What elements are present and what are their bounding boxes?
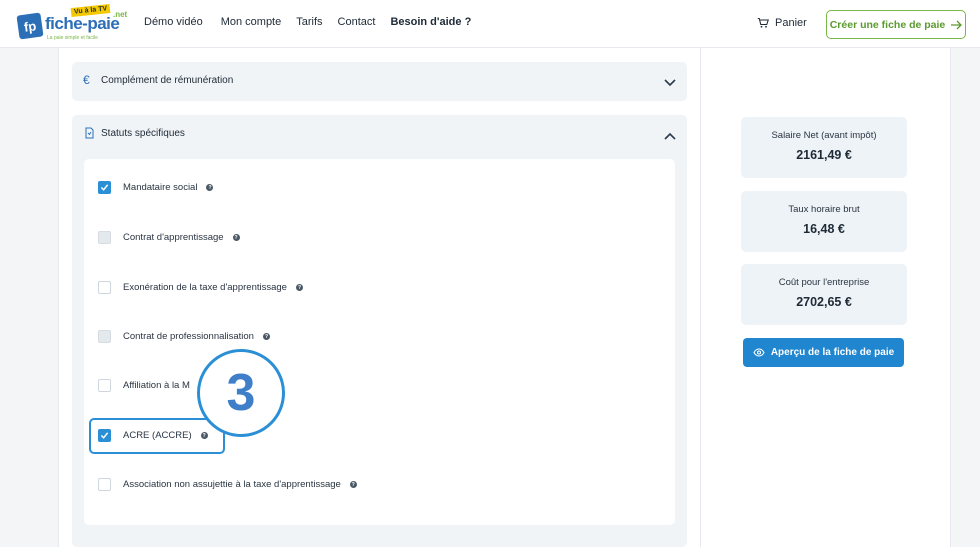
site-logo[interactable]: fp fiche-paie Vu à la TV .net La paie si… — [16, 3, 128, 41]
nav-item-demo[interactable]: Démo vidéo — [144, 16, 203, 28]
preview-payslip-label: Aperçu de la fiche de paie — [770, 347, 895, 358]
checkbox-association[interactable] — [98, 478, 111, 491]
document-icon — [85, 127, 94, 139]
stat-label: Taux horaire brut — [788, 204, 860, 215]
cart-icon — [757, 17, 769, 28]
help-icon[interactable]: ? — [295, 284, 303, 291]
option-row[interactable]: Contrat de professionnalisation ? — [98, 330, 270, 343]
option-row[interactable]: Mandataire social ? — [98, 181, 214, 194]
hourly-rate-card: Taux horaire brut 16,48 € — [741, 191, 907, 252]
nav-item-contact[interactable]: Contact — [338, 16, 376, 28]
cart-link[interactable]: Panier — [757, 17, 807, 29]
chevron-down-icon[interactable] — [664, 79, 676, 87]
logo-tagline: La paie simple et facile — [47, 35, 98, 41]
option-row[interactable]: Association non assujettie à la taxe d'a… — [98, 478, 357, 491]
stat-label: Salaire Net (avant impôt) — [771, 130, 877, 141]
option-label: Contrat de professionnalisation — [123, 331, 254, 342]
top-header: fp fiche-paie Vu à la TV .net La paie si… — [0, 0, 980, 48]
preview-payslip-button[interactable]: Aperçu de la fiche de paie — [743, 338, 904, 367]
arrow-right-icon — [951, 20, 963, 29]
option-label: Mandataire social — [123, 182, 198, 193]
checkbox-apprentissage — [98, 231, 111, 244]
help-icon[interactable]: ? — [206, 184, 214, 191]
nav-item-account[interactable]: Mon compte — [221, 16, 282, 28]
accordion-complement-title: Complément de rémunération — [101, 75, 234, 86]
logo-name: fiche-paie — [45, 14, 120, 33]
option-row[interactable]: Affiliation à la M — [98, 379, 190, 392]
create-payslip-label: Créer une fiche de paie — [829, 18, 946, 31]
check-icon — [100, 184, 109, 191]
option-row[interactable]: Contrat d'apprentissage ? — [98, 231, 240, 244]
option-label: Association non assujettie à la taxe d'a… — [123, 479, 341, 490]
checkbox-exoneration[interactable] — [98, 281, 111, 294]
help-icon[interactable]: ? — [232, 234, 240, 241]
option-label: Contrat d'apprentissage — [123, 232, 224, 243]
checkbox-professionnalisation — [98, 330, 111, 343]
net-salary-card: Salaire Net (avant impôt) 2161,49 € — [741, 117, 907, 178]
help-icon[interactable]: ? — [262, 333, 270, 340]
euro-icon: € — [83, 73, 90, 87]
create-payslip-button[interactable]: Créer une fiche de paie — [826, 10, 966, 39]
logo-mark: fp — [16, 12, 44, 40]
checkbox-affiliation[interactable] — [98, 379, 111, 392]
checkbox-mandataire[interactable] — [98, 181, 111, 194]
stat-label: Coût pour l'entreprise — [778, 277, 870, 288]
stat-value: 2161,49 € — [796, 148, 852, 162]
main-nav: Démo vidéo Mon compte Tarifs Contact Bes… — [144, 16, 471, 28]
help-icon[interactable]: ? — [349, 481, 357, 488]
eye-icon — [753, 348, 765, 357]
option-row[interactable]: Exonération de la taxe d'apprentissage ? — [98, 281, 303, 294]
employer-cost-card: Coût pour l'entreprise 2702,65 € — [741, 264, 907, 325]
stat-value: 16,48 € — [803, 222, 845, 236]
cart-label: Panier — [775, 17, 807, 29]
step-marker: 3 — [197, 349, 285, 437]
logo-tld: .net — [113, 10, 128, 19]
option-label: Affiliation à la M — [123, 380, 190, 391]
accordion-statuts-title: Statuts spécifiques — [101, 128, 185, 139]
nav-item-pricing[interactable]: Tarifs — [296, 16, 322, 28]
stat-value: 2702,65 € — [796, 295, 852, 309]
acre-highlight-frame — [89, 418, 225, 454]
chevron-up-icon[interactable] — [664, 132, 676, 140]
accordion-complement[interactable]: € Complément de rémunération — [72, 62, 687, 101]
nav-item-help[interactable]: Besoin d'aide ? — [390, 16, 471, 28]
option-label: Exonération de la taxe d'apprentissage — [123, 282, 287, 293]
